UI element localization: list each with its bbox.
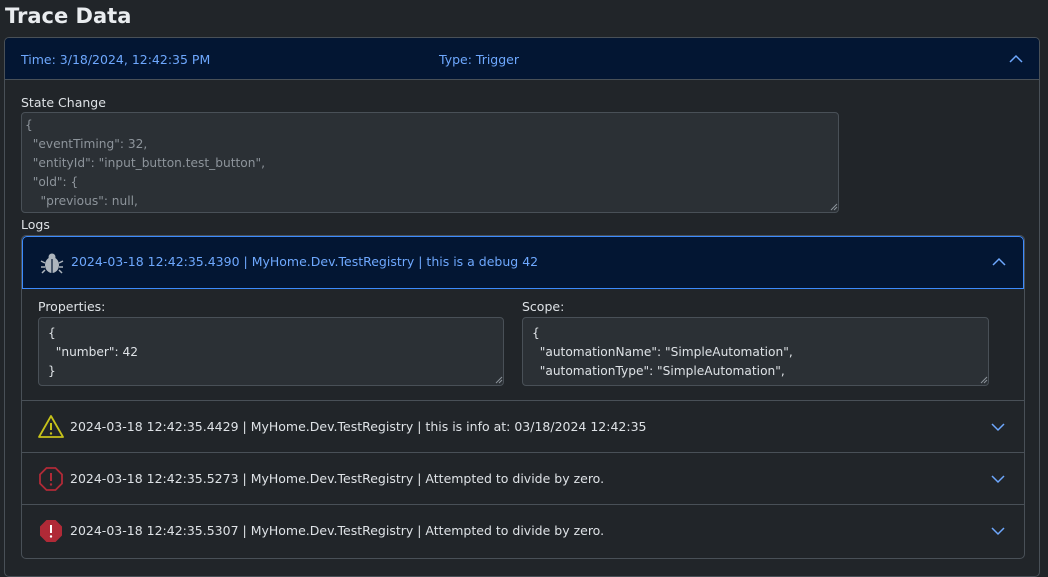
state-change-textarea[interactable]: { "eventTiming": 32, "entityId": "input_…	[21, 112, 839, 213]
resize-grip-icon[interactable]	[494, 375, 503, 384]
error-octagon-filled-icon	[40, 520, 62, 542]
trace-time: Time: 3/18/2024, 12:42:35 PM	[21, 52, 211, 67]
resize-grip-icon[interactable]	[829, 202, 838, 211]
chevron-down-icon[interactable]	[990, 523, 1006, 539]
trace-type: Type: Trigger	[439, 52, 520, 67]
warning-triangle-icon	[38, 415, 64, 438]
resize-grip-icon[interactable]	[979, 375, 988, 384]
trace-card: Time: 3/18/2024, 12:42:35 PM Type: Trigg…	[4, 37, 1040, 577]
log-item-debug-header[interactable]: 2024-03-18 12:42:35.4390 | MyHome.Dev.Te…	[22, 236, 1024, 289]
logs-accordion: 2024-03-18 12:42:35.4390 | MyHome.Dev.Te…	[21, 235, 1025, 559]
chevron-down-icon[interactable]	[990, 419, 1006, 435]
properties-label: Properties:	[38, 299, 106, 314]
state-change-label: State Change	[21, 95, 106, 110]
log-text: 2024-03-18 12:42:35.5273 | MyHome.Dev.Te…	[70, 471, 605, 486]
chevron-up-icon[interactable]	[991, 254, 1007, 270]
chevron-up-icon[interactable]	[1008, 51, 1024, 67]
trace-header-toggle[interactable]: Time: 3/18/2024, 12:42:35 PM Type: Trigg…	[5, 38, 1039, 80]
scope-label: Scope:	[522, 299, 565, 314]
scope-textarea[interactable]: { "automationName": "SimpleAutomation", …	[522, 317, 989, 386]
chevron-down-icon[interactable]	[990, 471, 1006, 487]
log-item-warning-header[interactable]: 2024-03-18 12:42:35.4429 | MyHome.Dev.Te…	[22, 401, 1024, 453]
bug-icon	[40, 253, 64, 274]
log-item-critical-header[interactable]: 2024-03-18 12:42:35.5307 | MyHome.Dev.Te…	[22, 505, 1024, 557]
log-text: 2024-03-18 12:42:35.5307 | MyHome.Dev.Te…	[70, 523, 605, 538]
log-text: 2024-03-18 12:42:35.4390 | MyHome.Dev.Te…	[71, 254, 539, 269]
log-item-debug-body: Properties: { "number": 42 } Scope: { "a…	[22, 289, 1024, 401]
logs-label: Logs	[21, 217, 50, 232]
log-item-error-header[interactable]: 2024-03-18 12:42:35.5273 | MyHome.Dev.Te…	[22, 453, 1024, 505]
log-text: 2024-03-18 12:42:35.4429 | MyHome.Dev.Te…	[70, 419, 647, 434]
properties-textarea[interactable]: { "number": 42 }	[38, 317, 504, 386]
page-title: Trace Data	[5, 4, 132, 28]
error-octagon-outline-icon	[39, 467, 63, 491]
